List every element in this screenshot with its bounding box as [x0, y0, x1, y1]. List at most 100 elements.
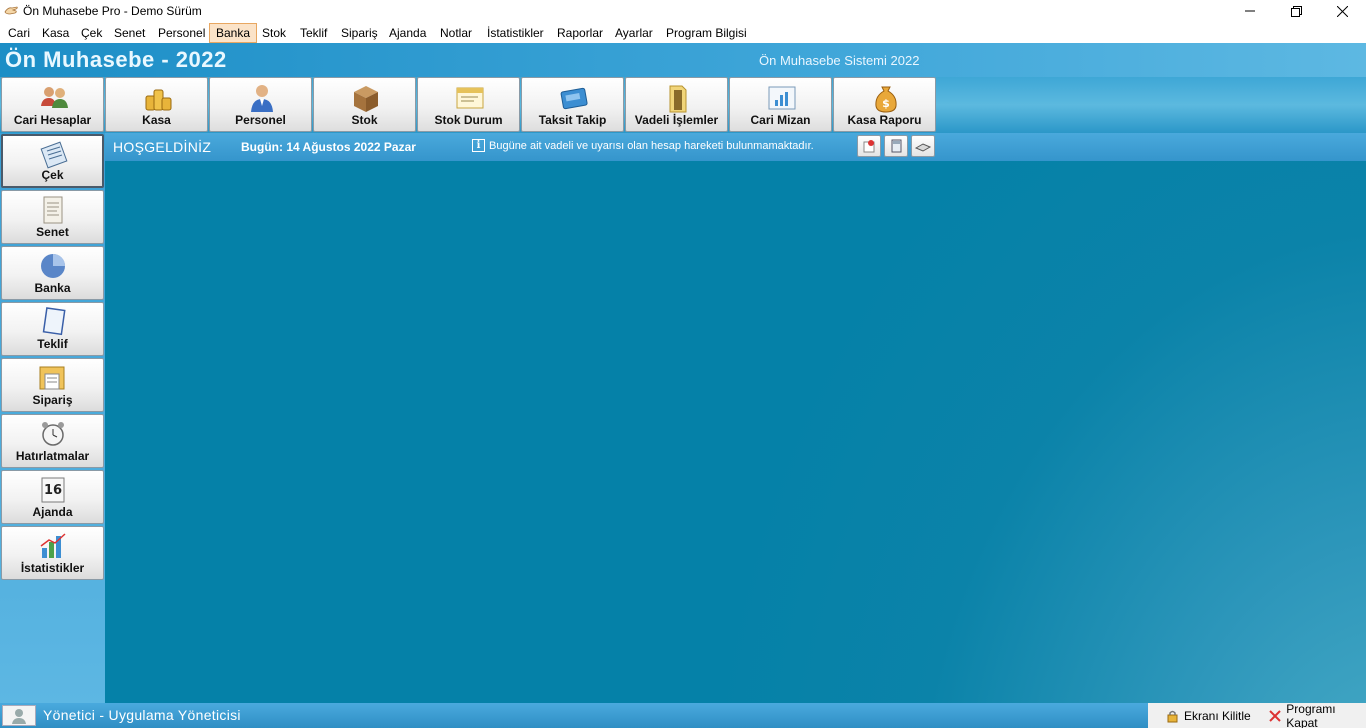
menu-stok[interactable]: Stok — [255, 23, 293, 43]
menu-kasa[interactable]: Kasa — [35, 23, 76, 43]
chart-window-icon — [768, 86, 796, 110]
user-icon — [12, 709, 26, 724]
cari-mizan-button[interactable]: Cari Mizan — [729, 77, 832, 132]
order-icon — [39, 366, 65, 390]
bar-chart-icon — [40, 533, 66, 558]
sidebar-teklif-button[interactable]: Teklif — [1, 302, 104, 356]
vadeli-islemler-label: Vadeli İşlemler — [634, 113, 719, 127]
pin-note-icon — [863, 140, 875, 153]
calendar-day-number: 16 — [44, 483, 62, 498]
calculator-button[interactable] — [884, 135, 908, 157]
status-user-panel: Yönetici - Uygulama Yöneticisi — [0, 703, 1148, 728]
cari-hesaplar-label: Cari Hesaplar — [13, 113, 92, 127]
keyboard-icon — [915, 143, 931, 152]
restore-button[interactable] — [1273, 0, 1319, 22]
exit-x-icon — [1269, 709, 1281, 722]
personel-button[interactable]: Personel — [209, 77, 312, 132]
page-icon — [42, 307, 66, 336]
menu-teklif[interactable]: Teklif — [293, 23, 334, 43]
menu-istatistikler[interactable]: İstatistikler — [480, 23, 551, 43]
app-title: Ön Muhasebe - 2022 — [5, 47, 227, 72]
kasa-raporu-button[interactable]: $ Kasa Raporu — [833, 77, 936, 132]
exit-program-label: Programı Kapat — [1286, 701, 1336, 728]
sidebar-siparis-button[interactable]: Sipariş — [1, 358, 104, 412]
coins-icon — [145, 89, 172, 111]
check-document-icon — [40, 141, 68, 169]
window-icon — [456, 87, 484, 109]
today-date: Bugün: 14 Ağustos 2022 Pazar — [241, 140, 416, 154]
sidebar-ajanda-button[interactable]: 16 Ajanda — [1, 470, 104, 524]
menu-ayarlar[interactable]: Ayarlar — [608, 23, 660, 43]
sidebar-hatirlatmalar-label: Hatırlatmalar — [15, 449, 90, 463]
menu-bar: Cari Kasa Çek Senet Personel Banka Stok … — [0, 22, 1366, 43]
app-header: Ön Muhasebe - 2022 Ön Muhasebe Sistemi 2… — [0, 43, 1366, 77]
calculator-icon — [891, 139, 902, 153]
main-toolbar: Cari Hesaplar Kasa Personel Stok Stok Du… — [0, 77, 1366, 133]
sidebar-teklif-label: Teklif — [37, 337, 68, 351]
kasa-raporu-label: Kasa Raporu — [847, 113, 922, 127]
menu-program-bilgisi[interactable]: Program Bilgisi — [659, 23, 754, 43]
taksit-takip-label: Taksit Takip — [538, 113, 607, 127]
sidebar-senet-label: Senet — [36, 225, 69, 239]
reminder-button[interactable] — [857, 135, 881, 157]
menu-notlar[interactable]: Notlar — [433, 23, 479, 43]
sidebar-banka-button[interactable]: Banka — [1, 246, 104, 300]
info-message: Bugüne ait vadeli ve uyarısı olan hesap … — [489, 140, 814, 152]
lock-screen-button[interactable]: Ekranı Kilitle — [1165, 703, 1251, 728]
cari-hesaplar-button[interactable]: Cari Hesaplar — [1, 77, 104, 132]
vadeli-islemler-button[interactable]: Vadeli İşlemler — [625, 77, 728, 132]
taksit-takip-button[interactable]: Taksit Takip — [521, 77, 624, 132]
sidebar-istatistikler-label: İstatistikler — [20, 561, 85, 575]
person-icon — [251, 85, 273, 112]
menu-raporlar[interactable]: Raporlar — [550, 23, 610, 43]
personel-label: Personel — [235, 113, 286, 127]
minimize-icon — [1245, 10, 1255, 12]
box-icon — [354, 86, 378, 112]
sidebar-siparis-label: Sipariş — [32, 393, 73, 407]
info-strip: HOŞGELDİNİZ Bugün: 14 Ağustos 2022 Pazar… — [105, 133, 1366, 161]
main-content-area — [105, 161, 1366, 703]
menu-siparis[interactable]: Sipariş — [334, 23, 385, 43]
lock-screen-label: Ekranı Kilitle — [1184, 708, 1251, 723]
calendar-icon: 16 — [41, 477, 65, 503]
user-avatar — [2, 705, 36, 726]
window-title: Ön Muhasebe Pro - Demo Sürüm — [23, 4, 202, 18]
kasa-button[interactable]: Kasa — [105, 77, 208, 132]
note-document-icon — [43, 196, 63, 224]
current-user: Yönetici - Uygulama Yöneticisi — [43, 707, 241, 723]
menu-senet[interactable]: Senet — [107, 23, 152, 43]
info-icon: i — [472, 139, 485, 152]
exit-program-button[interactable]: Programı Kapat — [1268, 701, 1366, 728]
left-sidebar: Çek Senet Banka Teklif Sipariş Hatırlatm… — [0, 133, 105, 703]
users-icon — [41, 87, 68, 108]
sidebar-cek-button[interactable]: Çek — [1, 134, 104, 188]
sidebar-hatirlatmalar-button[interactable]: Hatırlatmalar — [1, 414, 104, 468]
money-bag-icon: $ — [875, 86, 897, 113]
pie-icon — [41, 254, 65, 278]
svg-text:$: $ — [882, 97, 890, 110]
close-button[interactable] — [1319, 0, 1365, 22]
menu-banka[interactable]: Banka — [209, 23, 258, 43]
sidebar-cek-label: Çek — [41, 168, 64, 182]
sidebar-banka-label: Banka — [34, 281, 71, 295]
menu-cek[interactable]: Çek — [74, 23, 109, 43]
sidebar-istatistikler-button[interactable]: İstatistikler — [1, 526, 104, 580]
kasa-label: Kasa — [142, 113, 171, 127]
lock-icon — [1167, 710, 1178, 722]
sidebar-senet-button[interactable]: Senet — [1, 190, 104, 244]
cari-mizan-label: Cari Mizan — [750, 113, 811, 127]
sidebar-ajanda-label: Ajanda — [32, 505, 73, 519]
stok-durum-label: Stok Durum — [434, 113, 503, 127]
menu-personel[interactable]: Personel — [151, 23, 212, 43]
card-icon — [560, 87, 588, 110]
stok-button[interactable]: Stok — [313, 77, 416, 132]
alarm-clock-icon — [42, 422, 64, 446]
minimize-button[interactable] — [1227, 0, 1273, 22]
menu-cari[interactable]: Cari — [1, 23, 37, 43]
restore-icon — [1290, 5, 1302, 17]
folder-icon — [669, 85, 687, 113]
keyboard-button[interactable] — [911, 135, 935, 157]
stok-durum-button[interactable]: Stok Durum — [417, 77, 520, 132]
menu-ajanda[interactable]: Ajanda — [382, 23, 433, 43]
welcome-text: HOŞGELDİNİZ — [113, 139, 212, 155]
